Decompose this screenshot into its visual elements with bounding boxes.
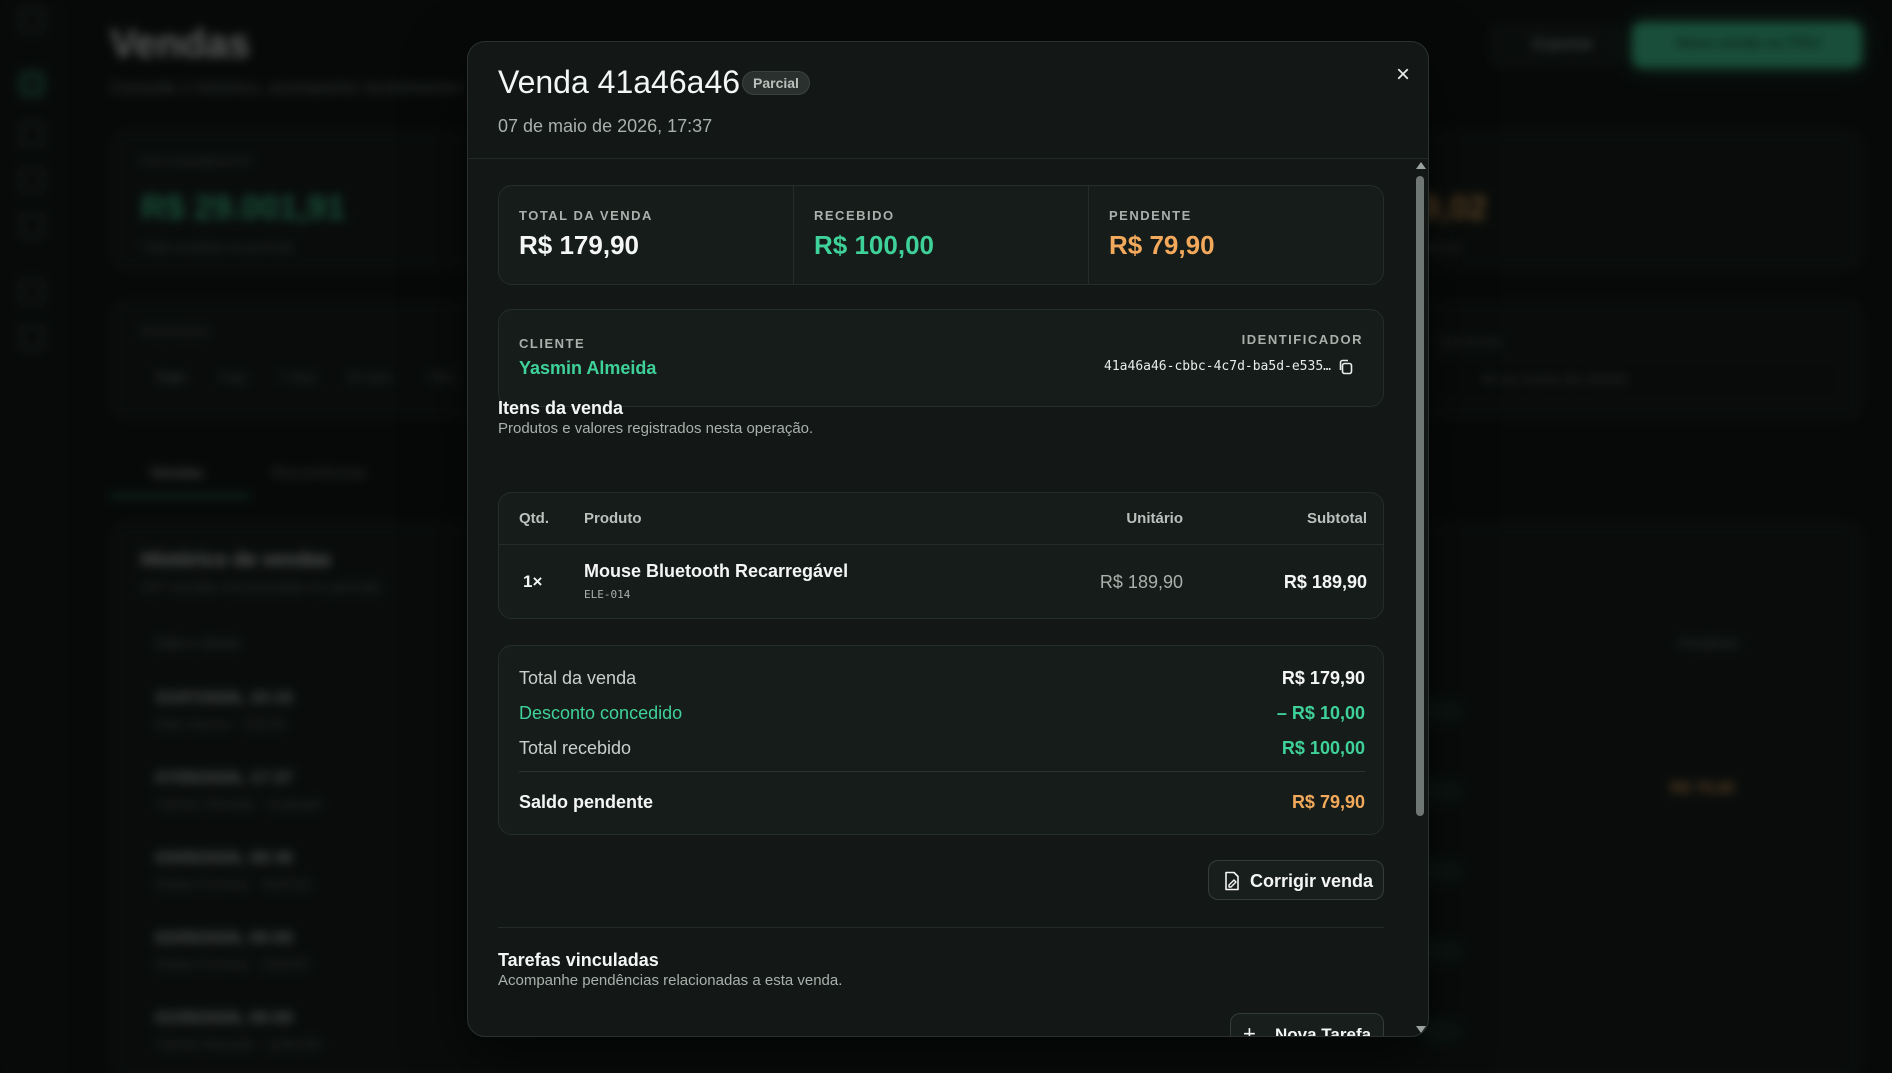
new-task-label: Nova Tarefa — [1275, 1025, 1372, 1037]
summary-label: PENDENTE — [1109, 208, 1192, 223]
scroll-up-arrow-icon[interactable] — [1416, 162, 1426, 169]
total-label: Total da venda — [519, 668, 637, 688]
tasks-section-title: Tarefas vinculadas — [498, 950, 659, 970]
summary-value: R$ 179,90 — [519, 230, 639, 260]
scroll-thumb[interactable] — [1416, 176, 1424, 816]
total-row: Total da venda R$ 179,90 — [519, 668, 1365, 692]
item-qty: 1× — [523, 572, 543, 591]
summary-value: R$ 79,90 — [1109, 230, 1215, 260]
items-section-title: Itens da venda — [498, 398, 624, 418]
summary-label: TOTAL DA VENDA — [519, 208, 653, 223]
divider — [519, 771, 1365, 772]
close-icon: × — [1395, 61, 1410, 88]
summary-total: TOTAL DA VENDA R$ 179,90 — [499, 186, 794, 284]
scrollbar[interactable] — [1413, 160, 1427, 1036]
copy-icon[interactable] — [1337, 358, 1355, 376]
plus-icon: + — [1243, 1021, 1256, 1037]
discount-row: Desconto concedido – R$ 10,00 — [519, 703, 1365, 727]
summary-received: RECEBIDO R$ 100,00 — [794, 186, 1089, 284]
balance-value: R$ 79,90 — [1291, 792, 1365, 812]
header-product: Produto — [584, 510, 642, 527]
balance-label: Saldo pendente — [519, 792, 654, 812]
sale-date: 07 de maio de 2026, 17:37 — [498, 116, 713, 136]
sale-detail-modal: Venda 41a46a46 Parcial 07 de maio de 202… — [467, 41, 1429, 1037]
total-value: R$ 179,90 — [1281, 668, 1365, 688]
tasks-section-subtitle: Acompanhe pendências relacionadas a esta… — [498, 972, 843, 989]
received-label: Total recebido — [519, 738, 632, 758]
summary-label: RECEBIDO — [814, 208, 895, 223]
modal-body[interactable]: TOTAL DA VENDA R$ 179,90 RECEBIDO R$ 100… — [468, 160, 1411, 1037]
summary-value: R$ 100,00 — [814, 230, 934, 260]
client-label: CLIENTE — [519, 336, 586, 351]
modal-title: Venda 41a46a46 — [498, 64, 741, 100]
received-row: Total recebido R$ 100,00 — [519, 738, 1365, 762]
items-section-subtitle: Produtos e valores registrados nesta ope… — [498, 420, 814, 437]
edit-document-icon — [1225, 871, 1239, 891]
item-sku: ELE-014 — [584, 588, 631, 601]
fix-sale-button[interactable]: Corrigir venda — [1208, 860, 1384, 900]
discount-label: Desconto concedido — [519, 703, 683, 723]
item-unit-price: R$ 189,90 — [1099, 572, 1183, 592]
identifier-label: IDENTIFICADOR — [1241, 332, 1363, 347]
header-unit: Unitário — [1126, 510, 1183, 527]
balance-row: Saldo pendente R$ 79,90 — [519, 792, 1365, 816]
status-badge: Parcial — [742, 71, 810, 95]
items-table-header: Qtd. Produto Unitário Subtotal — [499, 493, 1383, 545]
sale-summary: TOTAL DA VENDA R$ 179,90 RECEBIDO R$ 100… — [498, 185, 1384, 285]
items-table: Qtd. Produto Unitário Subtotal 1× Mouse … — [498, 492, 1384, 619]
summary-pending: PENDENTE R$ 79,90 — [1089, 186, 1383, 284]
new-task-button[interactable]: + Nova Tarefa — [1230, 1013, 1384, 1037]
totals-card: Total da venda R$ 179,90 Desconto conced… — [498, 645, 1384, 835]
scroll-down-arrow-icon[interactable] — [1416, 1026, 1426, 1033]
discount-value: – R$ 10,00 — [1276, 703, 1365, 723]
divider — [498, 927, 1384, 928]
header-subtotal: Subtotal — [1307, 510, 1367, 527]
fix-sale-label: Corrigir venda — [1250, 871, 1374, 891]
header-qty: Qtd. — [519, 510, 549, 527]
client-card: CLIENTE Yasmin Almeida IDENTIFICADOR 41a… — [498, 309, 1384, 407]
close-button[interactable]: × — [1388, 60, 1418, 90]
modal-header: Venda 41a46a46 Parcial 07 de maio de 202… — [468, 42, 1428, 159]
item-subtotal: R$ 189,90 — [1283, 572, 1367, 592]
identifier-value: 41a46a46-cbbc-4c7d-ba5d-e535… — [1104, 359, 1331, 374]
client-name-link[interactable]: Yasmin Almeida — [519, 358, 656, 379]
item-name: Mouse Bluetooth Recarregável — [584, 561, 849, 581]
received-value: R$ 100,00 — [1281, 738, 1365, 758]
